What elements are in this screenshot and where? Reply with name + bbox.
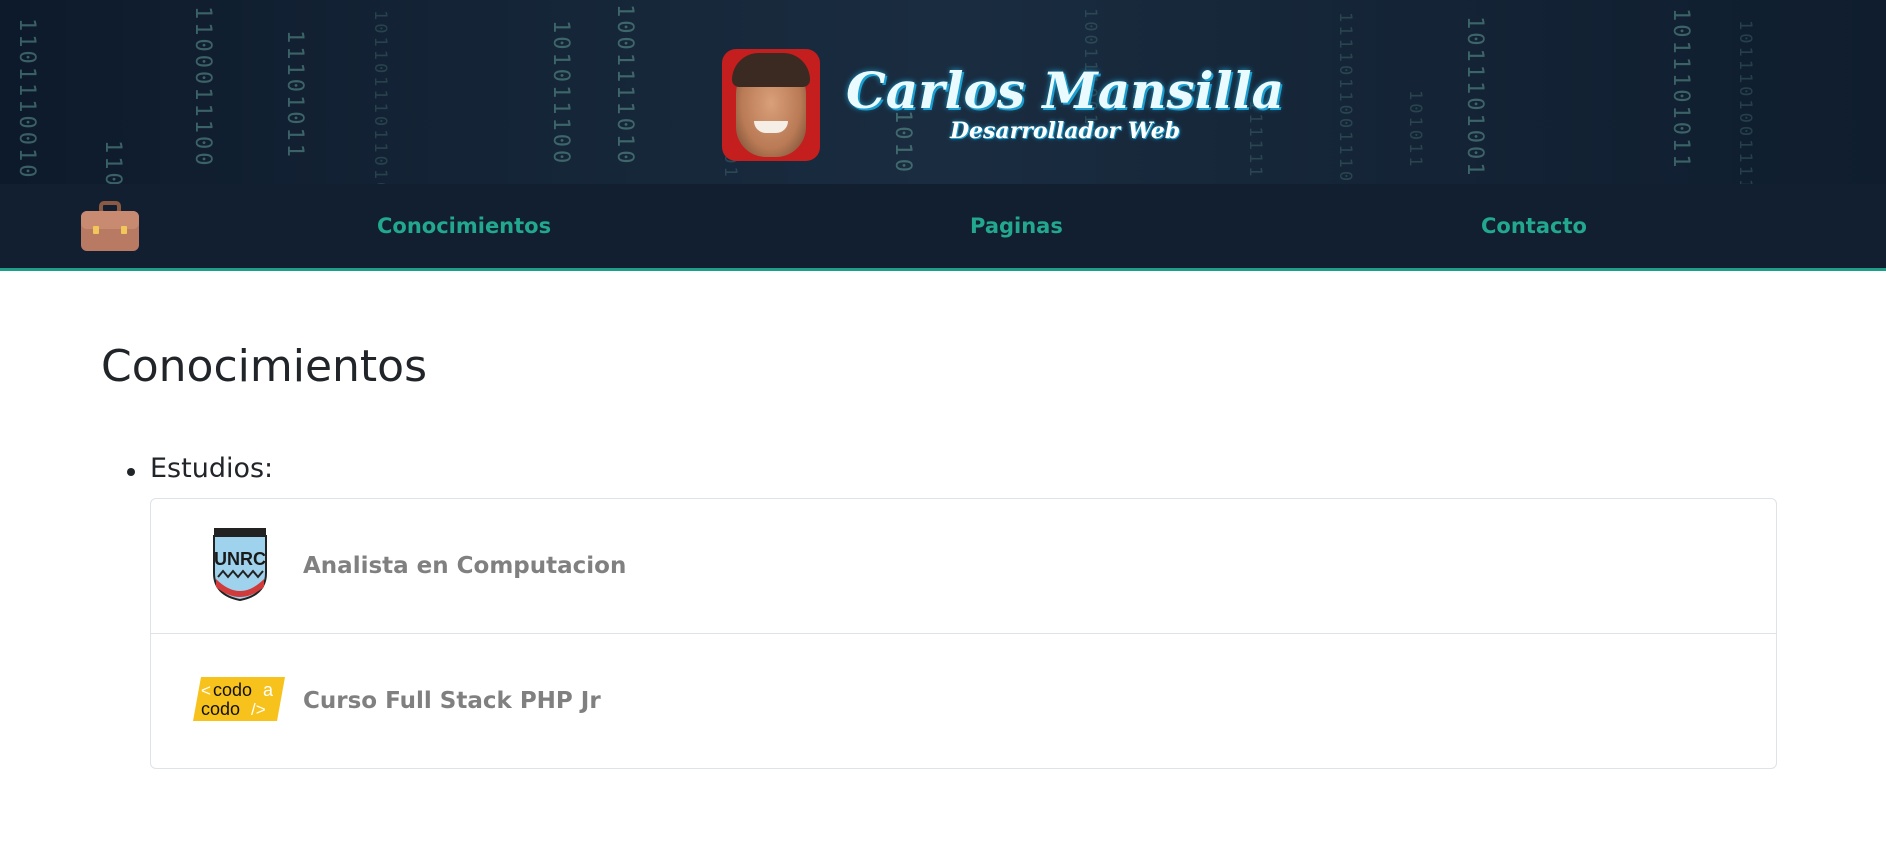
list-item: UNRC Analista en Computacion [151,499,1776,634]
list-item: < codo a codo /> Curso Full Stack PHP Jr [151,634,1776,768]
site-header: 1101110010 1101 1100011100 11101011 1011… [0,0,1886,184]
binary-decoration: 1011101011 [1668,8,1693,171]
binary-decoration: 11101011 [282,30,307,160]
nav-link-paginas[interactable]: Paginas [970,184,1063,268]
site-title: Carlos Mansilla [846,61,1285,120]
binary-decoration: 1001111010 [612,4,637,167]
binary-decoration: 1101110010 [14,18,39,181]
study-title: Curso Full Stack PHP Jr [303,688,601,714]
binary-decoration: 1011101001111 [1735,20,1755,184]
binary-decoration: 101011 [1405,90,1425,170]
study-title: Analista en Computacion [303,553,627,579]
site-subtitle: Desarrollador Web [949,118,1181,144]
codo-a-codo-logo-icon: < codo a codo /> [193,677,285,725]
avatar [722,49,820,161]
binary-decoration: 1011101001 [1462,16,1487,179]
studies-list-group: UNRC Analista en Computacion < codo a co… [150,498,1777,769]
page-title: Conocimientos [101,341,428,392]
svg-text:/>: /> [251,700,266,719]
studies-section: Estudios: UNRC Analista en Computacion <… [127,453,1886,769]
svg-text:a: a [263,680,274,700]
main-content: Conocimientos Estudios: UNRC Analista en… [0,271,1886,769]
nav-link-contacto[interactable]: Contacto [1481,184,1587,268]
binary-decoration: 1101 [100,140,125,184]
binary-decoration: 11110110011100 [1335,12,1355,184]
brand: Carlos Mansilla Desarrollador Web [722,49,1284,161]
briefcase-icon[interactable] [79,201,141,253]
svg-text:codo: codo [201,699,240,719]
unrc-logo-icon: UNRC [213,527,267,605]
unrc-logo-text: UNRC [214,549,266,569]
binary-decoration: 10110111011010 [370,10,390,184]
studies-list: Estudios: UNRC Analista en Computacion <… [101,453,1886,769]
studies-label: Estudios: [127,453,1886,484]
navbar: Conocimientos Paginas Contacto [0,184,1886,271]
nav-link-conocimientos[interactable]: Conocimientos [377,184,551,268]
svg-text:<: < [201,681,211,700]
svg-text:codo: codo [213,680,252,700]
binary-decoration: 1100011100 [190,6,215,169]
binary-decoration: 101011100 [548,20,573,167]
